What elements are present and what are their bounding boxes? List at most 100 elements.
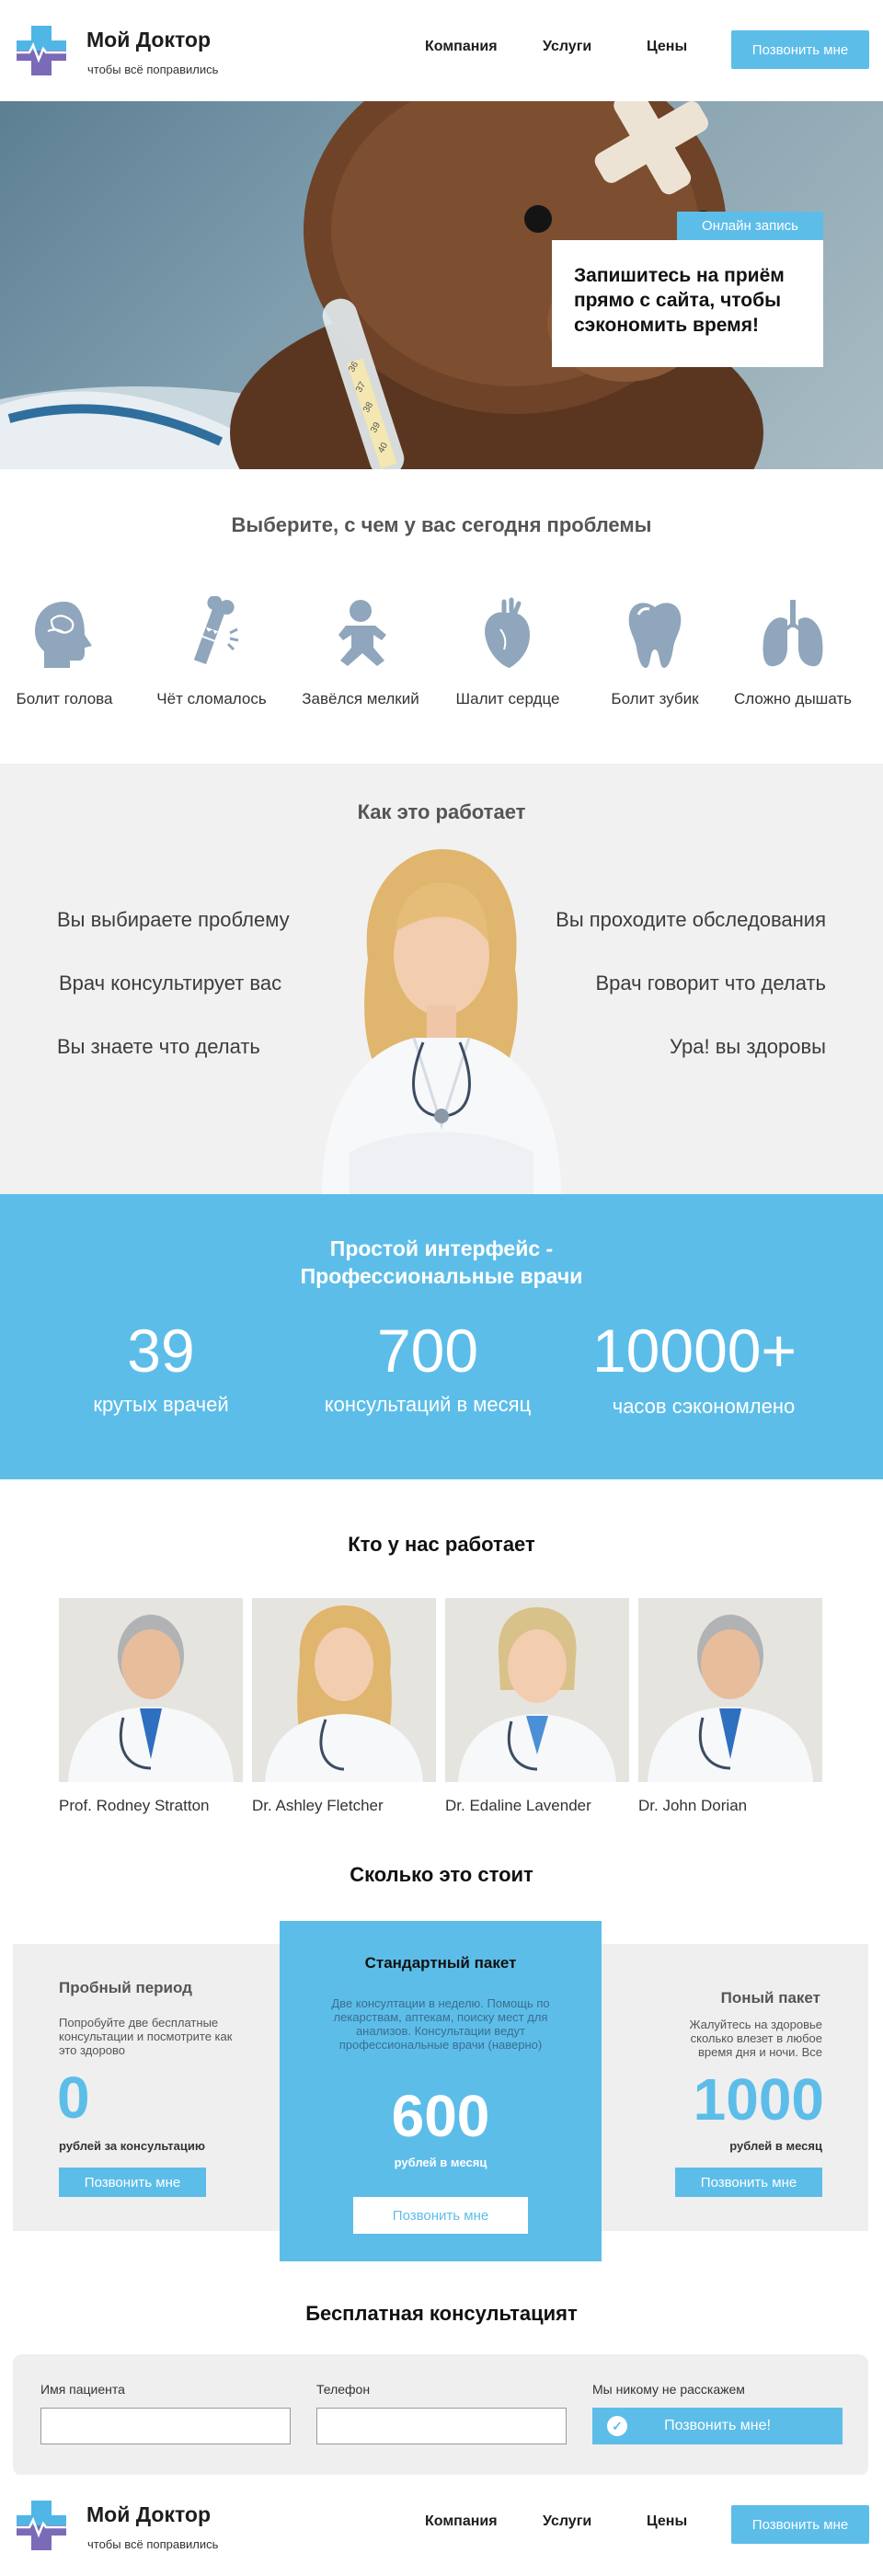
how-step-right: Врач говорит что делать (595, 972, 826, 995)
hero-text: Запишитесь на приём прямо с сайта, чтобы… (574, 265, 785, 336)
stat-consults-caption: консультаций в месяц (324, 1393, 532, 1416)
head-icon (35, 602, 92, 668)
thermometer-mark: 40 (376, 441, 390, 455)
stat-doctors-caption: крутых врачей (93, 1393, 229, 1416)
stat-hours-caption: часов сэкономлено (612, 1395, 796, 1418)
doctor-card[interactable]: Dr. John Dorian (638, 1598, 822, 1815)
problem-label: Болит голова (16, 690, 113, 707)
thermometer-scale: 36 37 38 39 40 (347, 360, 390, 455)
how-it-works-section: Как это работает Вы выбираете проблему В… (0, 764, 883, 1194)
baby-icon (338, 600, 386, 666)
plan-call-button[interactable]: Позвонить мне (675, 2168, 822, 2197)
online-booking-tag[interactable]: Онлайн запись (677, 212, 823, 240)
plan-name: Пробный период (59, 1979, 192, 1996)
problem-heart[interactable]: Шалит сердце (434, 596, 581, 708)
brand-name[interactable]: Мой Доктор (86, 2502, 211, 2527)
plan-price: 1000 (693, 2066, 824, 2133)
name-label: Имя пациента (40, 2382, 125, 2397)
privacy-note: Мы никому не расскажем (592, 2382, 745, 2397)
stats-title: Простой интерфейс - Профессиональные вра… (0, 1235, 883, 1290)
problem-fracture[interactable]: Чёт сломалось (138, 596, 285, 708)
stat-hours-value: 10000+ (591, 1317, 797, 1385)
how-step-left: Вы знаете что делать (57, 1035, 260, 1058)
plan-call-button[interactable]: Позвонить мне (59, 2168, 206, 2197)
stat-doctors-value: 39 (127, 1317, 195, 1385)
plan-price: 0 (57, 2064, 90, 2131)
broken-bone-icon (193, 596, 239, 665)
plan-desc: Жалуйтесь на здоровье сколько влезет в л… (689, 2018, 822, 2059)
how-step-left: Вы выбираете проблему (57, 908, 290, 931)
plan-desc: Две консултации в неделю. Помощь по лека… (331, 1996, 550, 2052)
consult-form: Имя пациента Телефон Мы никому не расска… (13, 2354, 868, 2476)
stats-title-line: Простой интерфейс - (329, 1236, 554, 1260)
nav-company[interactable]: Компания (425, 2513, 498, 2530)
stats-title-line: Профессиональные врачи (300, 1264, 583, 1288)
problem-baby[interactable]: Завёлся мелкий (287, 596, 434, 708)
consult-title: Бесплатная консультацият (305, 2302, 578, 2325)
nav-prices[interactable]: Цены (647, 2513, 687, 2530)
medical-cross-logo-icon[interactable] (13, 2497, 70, 2554)
plan-name: Поный пакет (720, 1989, 820, 2007)
doctor-woman-photo (322, 849, 561, 1194)
pricing-title: Сколько это стоит (350, 1863, 533, 1886)
problem-label: Шалит сердце (455, 690, 560, 707)
doctor-name: Prof. Rodney Stratton (59, 1797, 210, 1814)
doctor-photo (638, 1598, 822, 1782)
medical-cross-logo-icon[interactable] (13, 22, 70, 79)
doctor-card[interactable]: Dr. Ashley Fletcher (252, 1598, 436, 1815)
doctor-photo (252, 1598, 436, 1782)
brand-tagline: чтобы всё поправились (87, 2537, 219, 2551)
problem-headache[interactable]: Болит голова (0, 596, 138, 708)
tooth-icon (628, 603, 682, 668)
doctor-card[interactable]: Dr. Edaline Lavender (445, 1598, 629, 1815)
doctor-card[interactable]: Prof. Rodney Stratton (59, 1598, 243, 1815)
how-step-left: Врач консультирует вас (59, 972, 282, 995)
plan-price: 600 (391, 2083, 490, 2149)
problem-label: Сложно дышать (733, 690, 853, 707)
thermometer-mark: 36 (347, 360, 361, 374)
stats-section: Простой интерфейс - Профессиональные вра… (0, 1194, 883, 1479)
how-step-right: Ура! вы здоровы (670, 1035, 826, 1058)
plan-featured: Стандартный пакет Две консултации в неде… (280, 1921, 602, 2261)
plan-name: Стандартный пакет (364, 1954, 517, 1972)
doctor-name: Dr. Ashley Fletcher (252, 1797, 384, 1814)
consult-submit-label: Позвонить мне! (664, 2418, 771, 2433)
plan-call-button[interactable]: Позвонить мне (353, 2197, 528, 2234)
site-footer: Мой Доктор чтобы всё поправились Компани… (0, 2475, 883, 2576)
plan-unit: рублей в месяц (394, 2156, 487, 2169)
plan-desc: Попробуйте две бесплатные консультации и… (59, 2016, 233, 2057)
plan-unit: рублей в месяц (729, 2139, 822, 2153)
phone-input[interactable] (316, 2408, 567, 2444)
problem-label: Чёт сломалось (156, 690, 267, 707)
doctor-photo (59, 1598, 243, 1782)
how-step-right: Вы проходите обследования (556, 908, 826, 931)
problem-tooth[interactable]: Болит зубик (581, 596, 728, 708)
heart-icon (485, 597, 530, 668)
team-title: Кто у нас работает (348, 1533, 535, 1556)
doctor-photo (445, 1598, 629, 1782)
site-header: Мой Доктор чтобы всё поправились Компани… (0, 0, 883, 101)
doctor-name: Dr. John Dorian (638, 1797, 748, 1814)
brand-name[interactable]: Мой Доктор (86, 28, 211, 52)
nav-company[interactable]: Компания (425, 39, 498, 55)
stat-consults-value: 700 (376, 1317, 479, 1385)
nav-prices[interactable]: Цены (647, 39, 687, 55)
lungs-icon (763, 600, 823, 667)
problems-title: Выберите, с чем у вас сегодня проблемы (231, 513, 652, 536)
problem-label: Болит зубик (611, 690, 699, 707)
phone-label: Телефон (316, 2382, 371, 2397)
consult-submit-button[interactable]: ✓ Позвонить мне! (592, 2408, 843, 2444)
doctor-name: Dr. Edaline Lavender (445, 1797, 591, 1814)
header-call-button[interactable]: Позвонить мне (731, 30, 869, 69)
patient-name-input[interactable] (40, 2408, 291, 2444)
check-icon: ✓ (607, 2416, 627, 2436)
nav-services[interactable]: Услуги (543, 2513, 591, 2530)
thermometer-mark: 39 (369, 420, 383, 435)
plan-unit: рублей за консультацию (59, 2139, 205, 2153)
footer-call-button[interactable]: Позвонить мне (731, 2505, 869, 2544)
how-title: Как это работает (357, 800, 526, 823)
hero-banner: 36 37 38 39 40 Онлайн запись Запишитесь … (0, 101, 883, 469)
brand-tagline: чтобы всё поправились (87, 63, 219, 76)
problem-breathing[interactable]: Сложно дышать (719, 596, 866, 708)
nav-services[interactable]: Услуги (543, 39, 591, 55)
